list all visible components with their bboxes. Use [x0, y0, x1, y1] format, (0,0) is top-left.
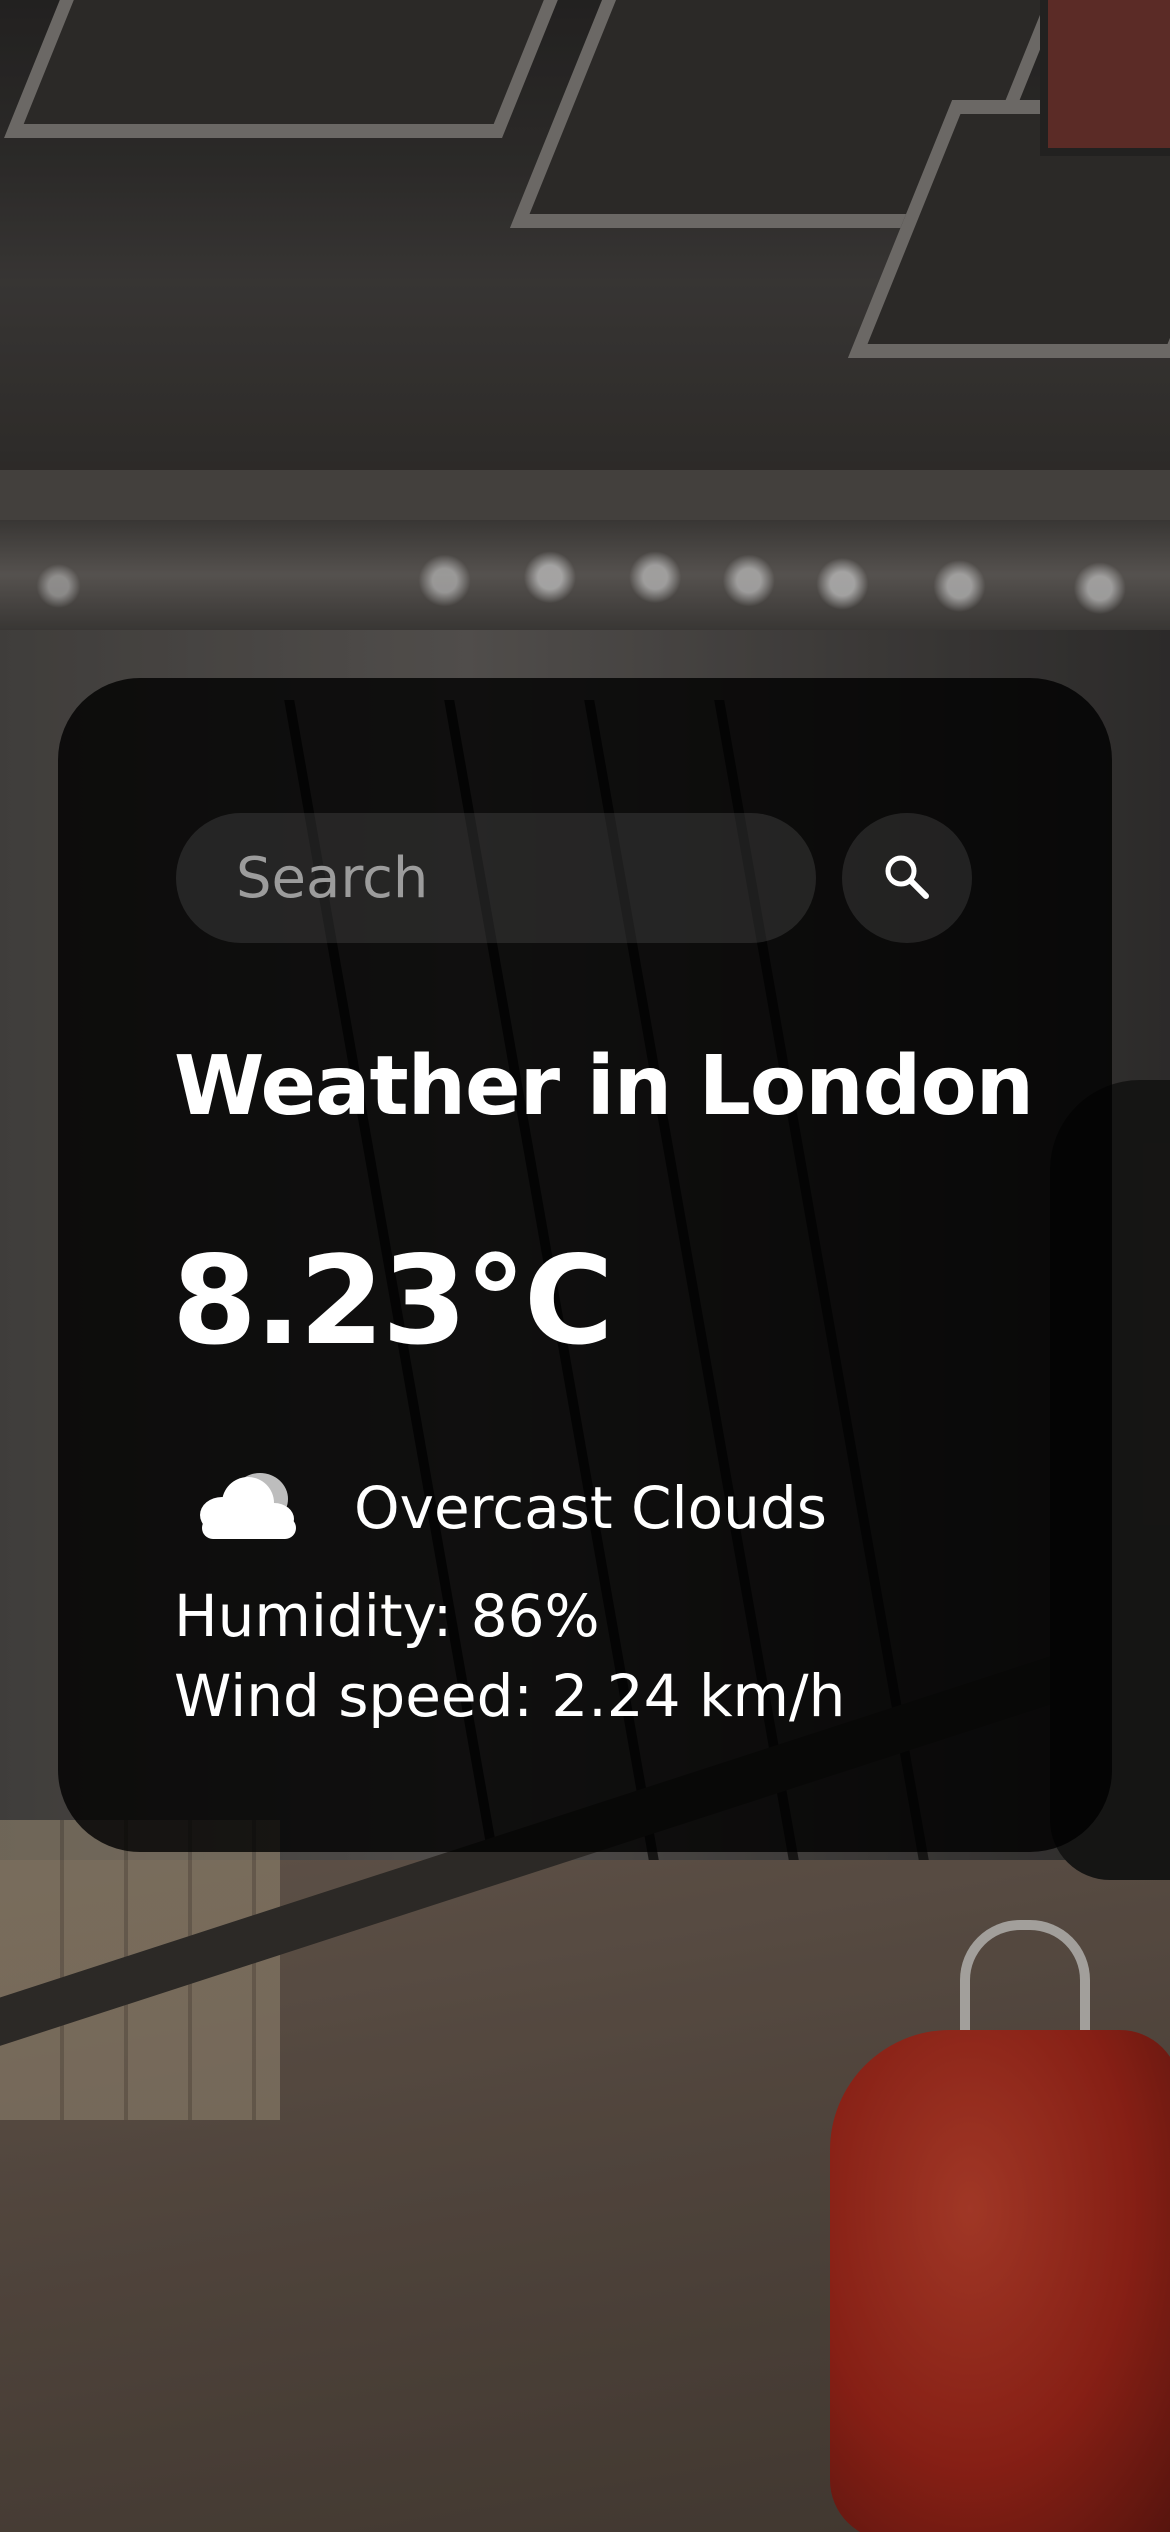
search-input[interactable] [176, 813, 816, 943]
search-icon [881, 851, 933, 906]
search-bar [176, 813, 976, 943]
wind-speed-text: Wind speed: 2.24 km/h [174, 1662, 846, 1730]
condition-description: Overcast Clouds [354, 1474, 827, 1542]
weather-card: Weather in London 8.23°C Overcast Clouds… [58, 678, 1112, 1852]
temperature-value: 8.23°C [172, 1230, 614, 1372]
city-title: Weather in London [174, 1039, 1034, 1134]
condition-row: Overcast Clouds [188, 1458, 827, 1558]
humidity-text: Humidity: 86% [174, 1582, 600, 1650]
search-button[interactable] [842, 813, 972, 943]
cloud-icon [188, 1458, 308, 1558]
